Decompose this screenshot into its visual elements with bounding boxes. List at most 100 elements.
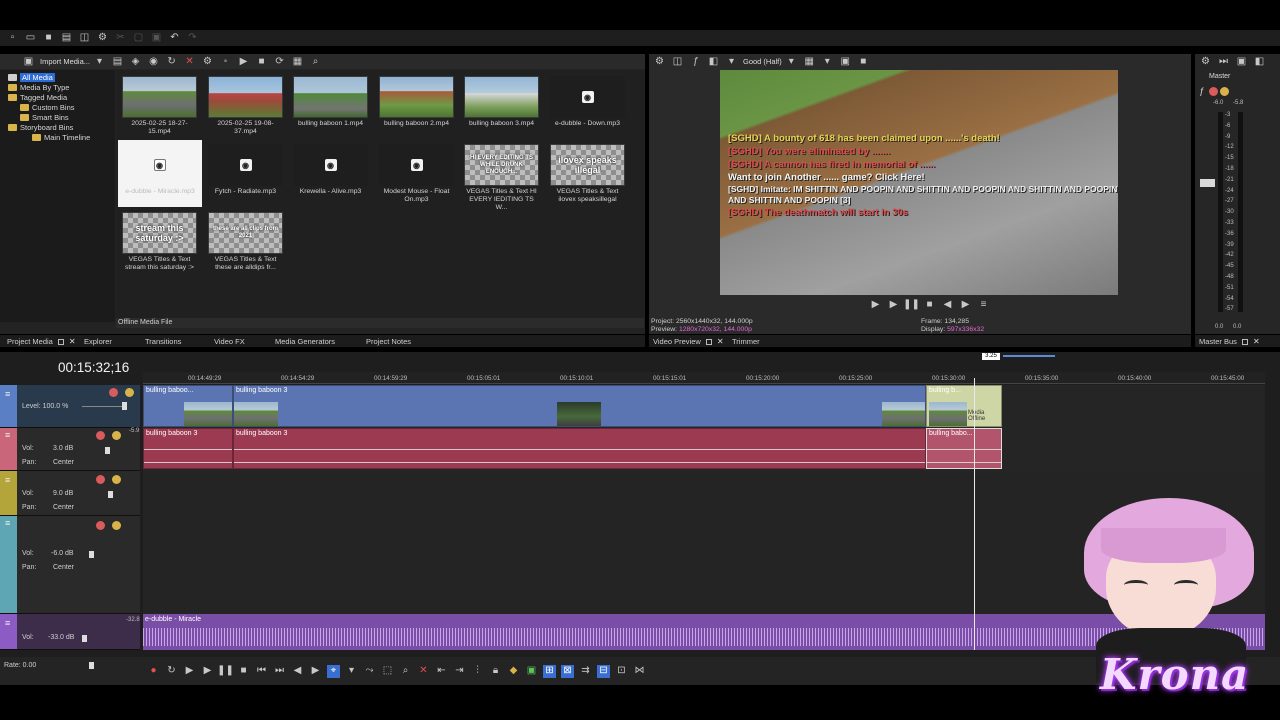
- tab-project-media[interactable]: Project Media ✕: [7, 337, 76, 346]
- media-item-selected[interactable]: ◉ e-dubble - Miracle.mp3: [118, 140, 202, 207]
- audio-track-header[interactable]: ≡ Vol: -6.0 dB Pan: Center: [0, 516, 140, 614]
- import-media-icon[interactable]: ▣: [22, 55, 35, 68]
- capture-icon[interactable]: ▤: [111, 55, 124, 68]
- copy-icon[interactable]: ▢: [132, 32, 145, 45]
- tab-trimmer[interactable]: Trimmer: [732, 337, 760, 346]
- get-media-icon[interactable]: ◉: [147, 55, 160, 68]
- track-menu-icon[interactable]: ≡: [5, 430, 10, 440]
- selection-tool-icon[interactable]: ⬚: [381, 665, 394, 678]
- stop-icon-small[interactable]: ▪: [219, 55, 232, 68]
- lock-icon[interactable]: 🔒︎: [489, 665, 502, 678]
- volume-slider-handle[interactable]: [89, 551, 94, 558]
- close-icon[interactable]: ✕: [1253, 337, 1260, 346]
- trim-end-icon[interactable]: ⇥: [453, 665, 466, 678]
- dropdown-arrow-icon[interactable]: ▾: [785, 55, 798, 68]
- track-solo-icon[interactable]: [125, 388, 134, 397]
- pin-icon[interactable]: [705, 338, 712, 345]
- stop-icon[interactable]: ■: [923, 299, 936, 312]
- crossfade-icon[interactable]: ⋈: [633, 665, 646, 678]
- tree-item-storyboard-bins[interactable]: Storyboard Bins: [8, 122, 73, 132]
- snapping-icon[interactable]: ⊞: [543, 664, 556, 678]
- remove-media-icon[interactable]: ✕: [183, 55, 196, 68]
- trim-start-icon[interactable]: ⇤: [435, 665, 448, 678]
- media-fx-icon[interactable]: ◈: [129, 55, 142, 68]
- next-frame-icon[interactable]: ▶: [309, 665, 322, 678]
- media-properties-icon[interactable]: ⚙: [201, 55, 214, 68]
- media-item[interactable]: ◉ Krewella - Alive.mp3: [293, 144, 371, 196]
- media-item[interactable]: ◉ e-dubble - Down.mp3: [550, 76, 628, 128]
- paste-icon[interactable]: ▣: [150, 32, 163, 45]
- region-icon[interactable]: ▣: [525, 665, 538, 678]
- envelope-tool-icon[interactable]: ⤳: [363, 665, 376, 678]
- loop-playback-icon[interactable]: ↻: [165, 665, 178, 678]
- play-media-icon[interactable]: ▶: [237, 55, 250, 68]
- master-icon-4[interactable]: ◧: [1253, 55, 1266, 68]
- delete-icon[interactable]: ✕: [417, 665, 430, 678]
- tab-master-bus[interactable]: Master Bus ✕: [1199, 337, 1260, 346]
- dropdown-arrow-icon[interactable]: ▾: [821, 55, 834, 68]
- audio-clip[interactable]: bulling baboon 3: [143, 428, 233, 469]
- normal-edit-tool-icon[interactable]: ⌖: [327, 664, 340, 678]
- track-solo-icon[interactable]: [112, 521, 121, 530]
- record-icon[interactable]: ●: [147, 665, 160, 678]
- master-icon-2[interactable]: ⏭: [1217, 55, 1230, 68]
- auto-preview-icon[interactable]: ⟳: [273, 55, 286, 68]
- media-item[interactable]: bulling baboon 3.mp4: [464, 76, 542, 128]
- stop-media-icon[interactable]: ■: [255, 55, 268, 68]
- media-item[interactable]: stream this saturday :> VEGAS Titles & Te…: [122, 212, 200, 272]
- track-menu-icon[interactable]: ≡: [5, 518, 10, 528]
- save-as-icon[interactable]: ▤: [60, 32, 73, 45]
- properties-gear-icon[interactable]: ⚙: [96, 32, 109, 45]
- volume-slider-handle[interactable]: [105, 447, 110, 454]
- video-clip[interactable]: bulling baboon 3: [233, 385, 926, 427]
- lock-envelopes-icon[interactable]: ⊟: [597, 664, 610, 678]
- ignore-grouping-icon[interactable]: ⊡: [615, 665, 628, 678]
- auto-ripple-icon[interactable]: ⊠: [561, 664, 574, 678]
- close-icon[interactable]: ✕: [69, 337, 76, 346]
- copy-snapshot-icon[interactable]: ▣: [839, 55, 852, 68]
- media-item[interactable]: these are all clips from 2021 VEGAS Title…: [208, 212, 286, 272]
- playhead[interactable]: [974, 378, 975, 650]
- render-icon[interactable]: ◫: [78, 32, 91, 45]
- close-icon[interactable]: ✕: [717, 337, 724, 346]
- video-fx-icon[interactable]: ƒ: [689, 55, 702, 68]
- track-menu-icon[interactable]: ≡: [5, 475, 10, 485]
- prev-frame-icon[interactable]: ◀: [941, 299, 954, 312]
- master-fx-icon[interactable]: ƒ: [1199, 86, 1204, 96]
- track-solo-icon[interactable]: [112, 431, 121, 440]
- tree-item-tagged-media[interactable]: Tagged Media: [8, 92, 67, 102]
- import-media-button[interactable]: Import Media...: [40, 57, 90, 66]
- tab-video-preview[interactable]: Video Preview ✕: [653, 337, 724, 346]
- tree-item-media-by-type[interactable]: Media By Type: [8, 82, 69, 92]
- audio-clip[interactable]: bulling baboon 3: [233, 428, 926, 469]
- audio-track-header[interactable]: ≡ Vol: 9.0 dB Pan: Center: [0, 471, 140, 516]
- video-clip[interactable]: bulling baboo...: [143, 385, 233, 427]
- pin-icon[interactable]: [1241, 338, 1248, 345]
- track-mute-icon[interactable]: [109, 388, 118, 397]
- track-mute-icon[interactable]: [96, 475, 105, 484]
- play-icon[interactable]: ▶: [201, 665, 214, 678]
- refresh-icon[interactable]: ↻: [165, 55, 178, 68]
- volume-slider-handle[interactable]: [108, 491, 113, 498]
- volume-slider-handle[interactable]: [82, 635, 87, 642]
- split-icon[interactable]: ⫶: [471, 665, 484, 678]
- audio-track-header[interactable]: ≡ Vol: 3.0 dB Pan: Center -5.9: [0, 428, 140, 471]
- media-item[interactable]: ilovex speaks illegal VEGAS Titles & Text…: [550, 144, 628, 204]
- rate-slider-handle[interactable]: [89, 662, 94, 669]
- tab-project-notes[interactable]: Project Notes: [366, 337, 411, 346]
- marker-icon[interactable]: ◆: [507, 665, 520, 678]
- track-menu-icon[interactable]: ≡: [5, 618, 10, 628]
- tab-transitions[interactable]: Transitions: [145, 337, 181, 346]
- audio-track-header[interactable]: ≡ Vol: -33.0 dB -32.8: [0, 614, 140, 650]
- tree-item-custom-bins[interactable]: Custom Bins: [20, 102, 75, 112]
- pin-icon[interactable]: [57, 338, 64, 345]
- media-item[interactable]: bulling baboon 2.mp4: [379, 76, 457, 128]
- tree-item-main-timeline[interactable]: Main Timeline: [32, 132, 90, 142]
- media-item[interactable]: bulling baboon 1.mp4: [293, 76, 371, 128]
- cut-icon[interactable]: ✂: [114, 32, 127, 45]
- video-track-header[interactable]: ≡ Level: 100.0 %: [0, 385, 140, 428]
- master-solo-icon[interactable]: [1220, 87, 1229, 96]
- tab-media-generators[interactable]: Media Generators: [275, 337, 335, 346]
- track-menu-icon[interactable]: ≡: [5, 389, 10, 399]
- go-to-end-icon[interactable]: ⏭: [273, 665, 286, 678]
